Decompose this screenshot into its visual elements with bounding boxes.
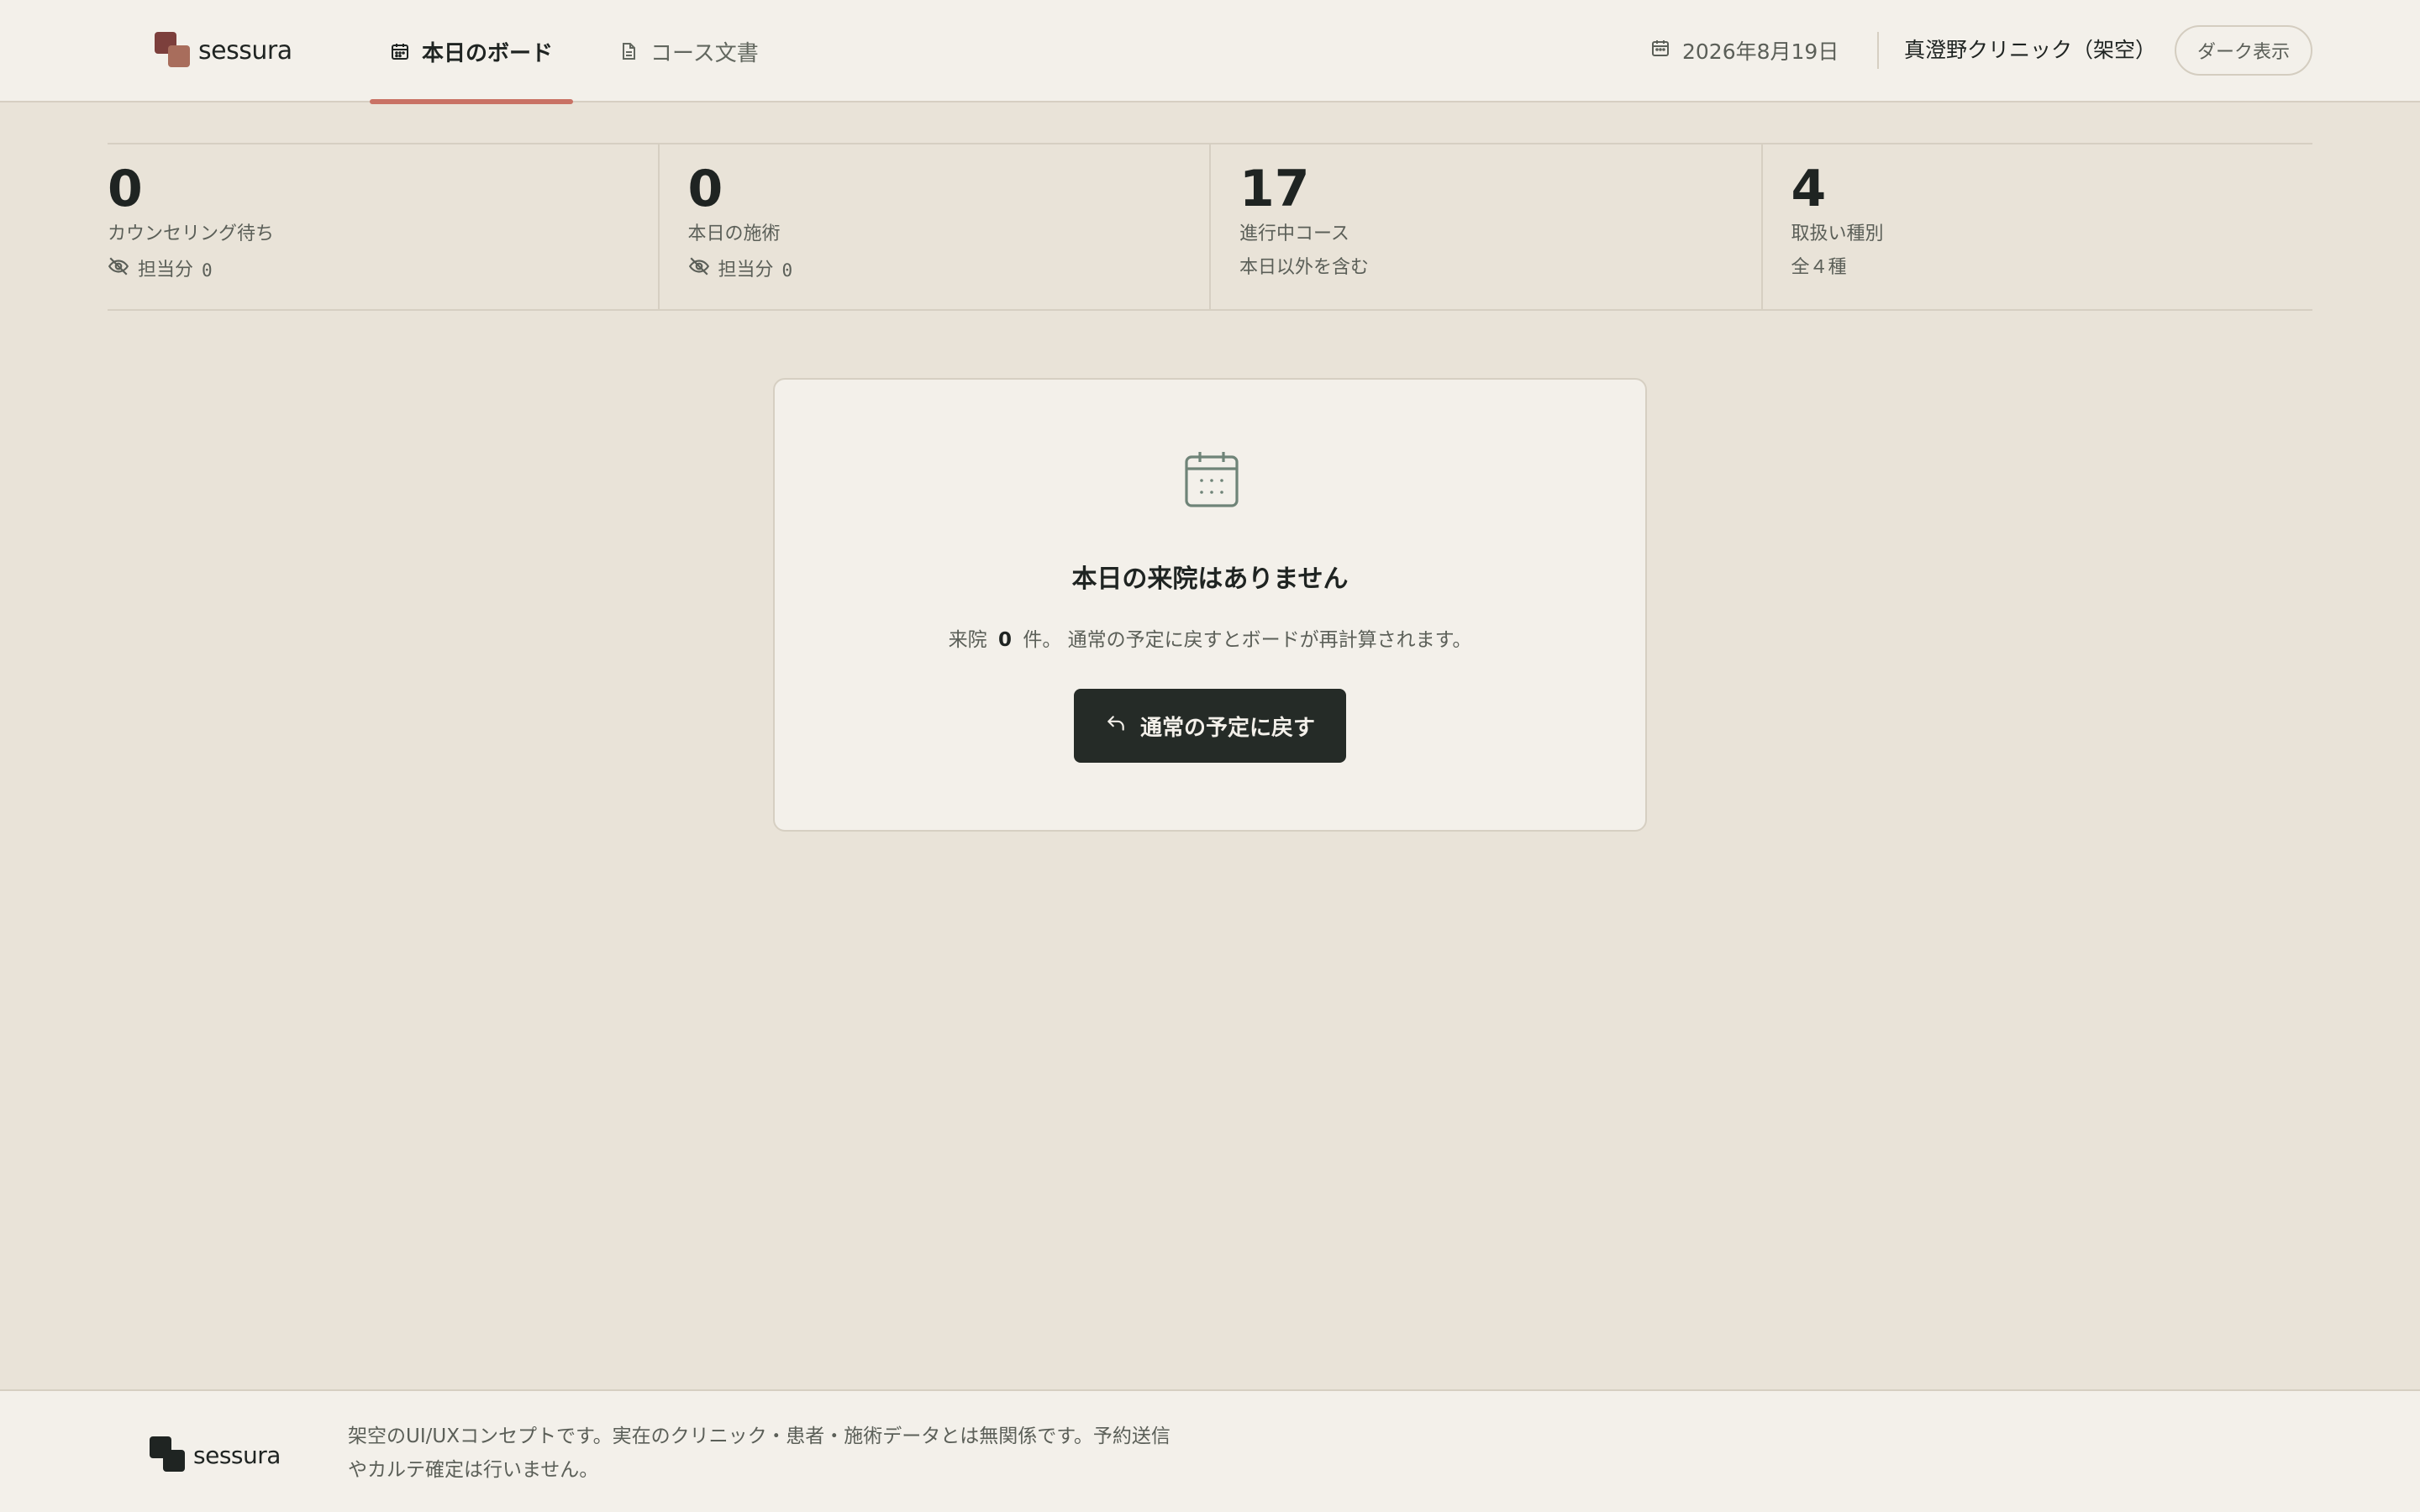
brand-logo[interactable]: sessura [155, 32, 292, 69]
calendar-icon [390, 41, 410, 61]
stat-sub-label: 担当分 [138, 259, 194, 281]
eye-off-icon [108, 255, 129, 285]
top-navigation-bar: sessura 本日のボード コース文書 2026年8月19日 真澄野クリニック… [0, 0, 2420, 104]
button-label: 通常の予定に戻す [1139, 715, 1315, 741]
logo-mark [150, 1436, 187, 1473]
empty-state-title: 本日の来院はありません [1071, 564, 1349, 594]
current-date: 2026年8月19日 [1650, 34, 1839, 67]
footer: sessura 架空のUI/UXコンセプトです。実在のクリニック・患者・施術デー… [0, 1389, 2420, 1512]
stat-label: 取扱い種別 [1791, 223, 1884, 244]
stat-label: カウンセリング待ち [108, 223, 275, 244]
eye-off-icon [688, 255, 710, 285]
visit-count: 0 [997, 629, 1012, 651]
stat-active-courses: 17 進行中コース 本日以外を含む [1209, 144, 1761, 309]
dark-mode-toggle-button[interactable]: ダーク表示 [2175, 25, 2312, 76]
text-suffix: 件。 通常の予定に戻すとボードが再計算されます。 [1023, 629, 1472, 651]
stat-label: 進行中コース [1239, 223, 1349, 244]
stat-sub: 全４種 [1791, 257, 1847, 278]
stat-sub-label: 担当分 [718, 259, 774, 281]
stat-sub: 本日以外を含む [1239, 257, 1370, 278]
brand-name: sessura [198, 35, 292, 66]
document-icon [618, 41, 639, 61]
stat-value: 0 [687, 160, 723, 218]
calendar-icon [1183, 449, 1240, 512]
text-prefix: 来院 [948, 629, 987, 651]
calendar-icon [1650, 38, 1670, 63]
stat-sub: 担当分 0 [688, 255, 793, 285]
stat-label: 本日の施術 [687, 223, 781, 244]
tab-course-documents[interactable]: コース文書 [618, 0, 759, 102]
footer-brand-name: sessura [193, 1441, 281, 1469]
stat-sub: 担当分 0 [108, 255, 274, 285]
undo-arrow-icon [1105, 712, 1127, 740]
date-text: 2026年8月19日 [1682, 39, 1839, 64]
tab-label: コース文書 [650, 40, 759, 66]
stat-sub-value: 0 [781, 260, 793, 281]
stats-summary: 0 カウンセリング待ち 担当分 0 0 本日の施術 担当分 0 17 進行中コー… [108, 143, 2312, 311]
empty-state-description: 来院 0 件。 通常の予定に戻すとボードが再計算されます。 [775, 623, 1645, 652]
logo-mark [155, 32, 192, 69]
return-to-normal-schedule-button[interactable]: 通常の予定に戻す [1074, 689, 1346, 763]
stat-value: 17 [1239, 160, 1310, 218]
clinic-name: 真澄野クリニック（架空） [1904, 38, 2157, 62]
tab-label: 本日のボード [421, 40, 553, 66]
tab-today-board[interactable]: 本日のボード [370, 0, 573, 104]
stat-counseling-waiting: 0 カウンセリング待ち 担当分 0 [108, 144, 658, 309]
stat-today-treatments: 0 本日の施術 担当分 0 [657, 144, 1210, 309]
footer-logo: sessura [150, 1436, 281, 1473]
stat-treatment-types: 4 取扱い種別 全４種 [1760, 144, 2313, 309]
stat-sub-value: 0 [202, 260, 213, 281]
stat-value: 4 [1791, 160, 1827, 218]
footer-disclaimer: 架空のUI/UXコンセプトです。実在のクリニック・患者・施術データとは無関係です… [348, 1425, 1171, 1481]
empty-state-card: 本日の来院はありません 来院 0 件。 通常の予定に戻すとボードが再計算されます… [773, 378, 1647, 832]
stat-value: 0 [108, 160, 143, 218]
header-divider [1877, 32, 1879, 69]
